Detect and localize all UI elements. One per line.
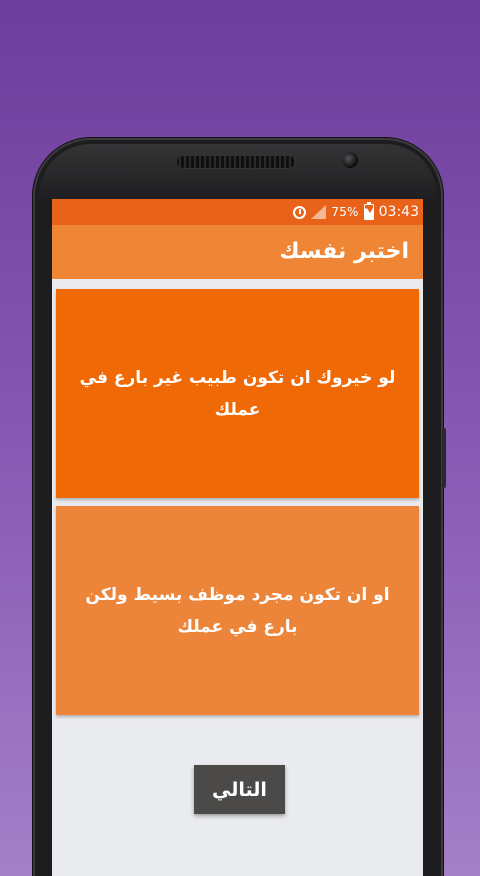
battery-charging-icon (363, 202, 374, 220)
battery-percentage: 75% (331, 205, 359, 219)
option-one-text: لو خيروك ان تكون طبيب غير بارع في عملك (79, 367, 396, 420)
signal-icon (311, 205, 327, 219)
app-bar: اختبر نفسك (52, 225, 423, 279)
phone-screen: 75% 03:43 اختبر نفسك لو خيروك ان تكون طب… (52, 199, 423, 876)
option-one-card[interactable]: لو خيروك ان تكون طبيب غير بارع في عملك (56, 289, 419, 498)
earpiece-speaker (176, 155, 296, 169)
status-icons: 75% 03:43 (293, 199, 419, 225)
phone-side-button (442, 428, 446, 488)
status-bar: 75% 03:43 (52, 199, 423, 225)
next-button[interactable]: التالي (194, 765, 285, 814)
phone-bezel-highlight (39, 144, 437, 204)
option-two-text: او ان تكون مجرد موظف بسيط ولكن بارع في ع… (85, 584, 390, 637)
status-time: 03:43 (378, 204, 419, 220)
option-two-card[interactable]: او ان تكون مجرد موظف بسيط ولكن بارع في ع… (56, 506, 419, 715)
alarm-icon (293, 205, 307, 219)
app-title: اختبر نفسك (279, 239, 409, 264)
front-camera (342, 152, 358, 168)
